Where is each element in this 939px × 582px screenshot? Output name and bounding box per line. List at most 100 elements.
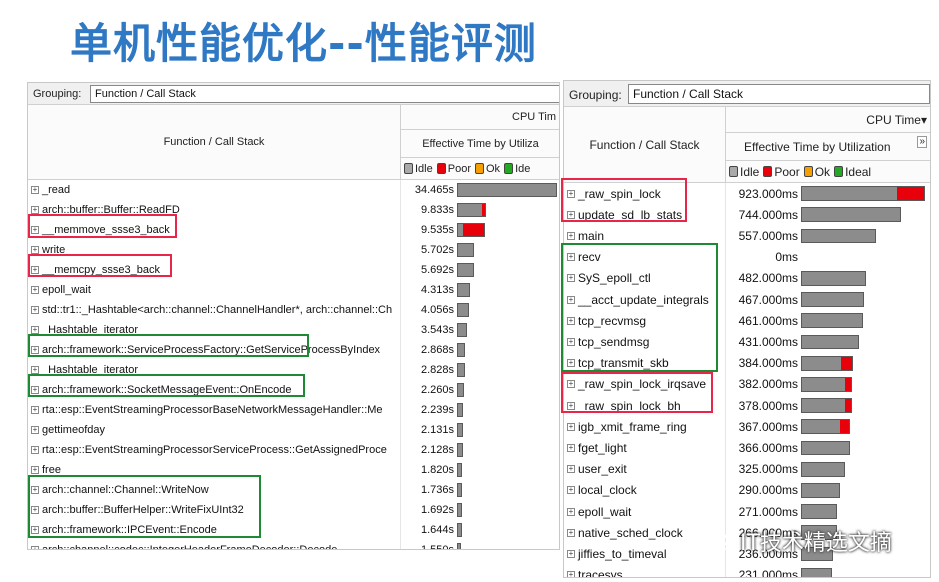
table-row[interactable]: + arch::channel::Channel::WriteNow 1.736s xyxy=(28,480,559,500)
expand-icon[interactable]: + xyxy=(567,443,575,452)
utilization-bar xyxy=(801,355,853,371)
effective-time-column-header[interactable]: Effective Time by Utiliza xyxy=(401,130,559,158)
utilization-bar-cell xyxy=(457,440,464,460)
table-row[interactable]: + __memcpy_ssse3_back 5.692s xyxy=(28,260,559,280)
table-row[interactable]: + user_exit 325.000ms xyxy=(564,458,930,480)
table-row[interactable]: + arch::buffer::BufferHelper::WriteFixUIn… xyxy=(28,500,559,520)
expand-icon[interactable]: + xyxy=(31,386,39,394)
expand-icon[interactable]: + xyxy=(31,206,39,214)
table-row[interactable]: + rta::esp::EventStreamingProcessorServic… xyxy=(28,440,559,460)
effective-time-column-header[interactable]: Effective Time by Utilization » xyxy=(726,133,930,161)
table-row[interactable]: + tcp_transmit_skb 384.000ms xyxy=(564,352,930,374)
function-column-header[interactable]: Function / Call Stack xyxy=(564,107,726,183)
table-row[interactable]: + epoll_wait 271.000ms xyxy=(564,501,930,523)
table-row[interactable]: + rta::esp::EventStreamingProcessorBaseNe… xyxy=(28,400,559,420)
table-row[interactable]: + igb_xmit_frame_ring 367.000ms xyxy=(564,416,930,438)
table-row[interactable]: + SyS_epoll_ctl 482.000ms xyxy=(564,267,930,289)
table-row[interactable]: + arch::framework::IPCEvent::Encode 1.644s xyxy=(28,520,559,540)
legend-item[interactable]: Ide xyxy=(504,163,530,175)
expand-icon[interactable]: + xyxy=(31,506,39,514)
grouping-select[interactable]: Function / Call Stack xyxy=(628,84,930,104)
expand-icon[interactable]: + xyxy=(31,306,39,314)
expand-icon[interactable]: + xyxy=(567,316,575,325)
legend-item[interactable]: Poor xyxy=(763,165,800,179)
table-row[interactable]: + tracesys 231.000ms xyxy=(564,564,930,577)
expand-icon[interactable]: + xyxy=(567,528,575,537)
expand-icon[interactable]: + xyxy=(567,210,575,219)
expand-icon[interactable]: + xyxy=(567,571,575,577)
expand-icon[interactable]: + xyxy=(567,359,575,368)
table-row[interactable]: + arch::channel::codec::IntegerHeaderFram… xyxy=(28,540,559,549)
table-row[interactable]: + gettimeofday 2.131s xyxy=(28,420,559,440)
expand-icon[interactable]: + xyxy=(31,246,39,254)
utilization-bar xyxy=(457,523,462,537)
table-row[interactable]: + _Hashtable_iterator 2.828s xyxy=(28,360,559,380)
table-row[interactable]: + epoll_wait 4.313s xyxy=(28,280,559,300)
expand-icon[interactable]: + xyxy=(31,186,39,194)
cpu-time-value: 325.000ms xyxy=(738,462,798,477)
utilization-bar-cell xyxy=(801,565,833,577)
legend-item[interactable]: Ok xyxy=(803,165,830,179)
table-row[interactable]: + arch::framework::ServiceProcessFactory:… xyxy=(28,340,559,360)
expand-icon[interactable]: + xyxy=(567,422,575,431)
table-row[interactable]: + arch::framework::SocketMessageEvent::On… xyxy=(28,380,559,400)
expand-icon[interactable]: + xyxy=(567,380,575,389)
expand-icon[interactable]: + xyxy=(31,326,39,334)
expand-icon[interactable]: + xyxy=(567,401,575,410)
table-row[interactable]: + _read 34.465s xyxy=(28,180,559,200)
function-cell: + arch::buffer::Buffer::ReadFD xyxy=(28,200,401,220)
table-row[interactable]: + update_sd_lb_stats 744.000ms xyxy=(564,204,930,226)
expand-icon[interactable]: + xyxy=(31,446,39,454)
table-row[interactable]: + _Hashtable_iterator 3.543s xyxy=(28,320,559,340)
legend-item[interactable]: Idle xyxy=(404,163,433,175)
expand-icon[interactable]: + xyxy=(31,266,39,274)
expand-columns-icon[interactable]: » xyxy=(917,136,927,148)
expand-icon[interactable]: + xyxy=(567,189,575,198)
expand-icon[interactable]: + xyxy=(567,274,575,283)
expand-icon[interactable]: + xyxy=(31,526,39,534)
table-row[interactable]: + _raw_spin_lock 923.000ms xyxy=(564,183,930,205)
table-row[interactable]: + write 5.702s xyxy=(28,240,559,260)
expand-icon[interactable]: + xyxy=(567,486,575,495)
table-row[interactable]: + __memmove_ssse3_back 9.535s xyxy=(28,220,559,240)
table-row[interactable]: + arch::buffer::Buffer::ReadFD 9.833s xyxy=(28,200,559,220)
cpu-time-column-header[interactable]: CPU Time▾ xyxy=(726,107,930,133)
expand-icon[interactable]: + xyxy=(31,546,39,549)
expand-icon[interactable]: + xyxy=(31,286,39,294)
function-column-header[interactable]: Function / Call Stack xyxy=(28,105,401,180)
grouping-select[interactable]: Function / Call Stack xyxy=(90,85,559,103)
expand-icon[interactable]: + xyxy=(31,426,39,434)
table-row[interactable]: + tcp_recvmsg 461.000ms xyxy=(564,310,930,332)
legend-item[interactable]: Ideal xyxy=(834,165,871,179)
expand-icon[interactable]: + xyxy=(567,507,575,516)
table-row[interactable]: + free 1.820s xyxy=(28,460,559,480)
expand-icon[interactable]: + xyxy=(567,465,575,474)
expand-icon[interactable]: + xyxy=(31,406,39,414)
legend-item[interactable]: Poor xyxy=(436,163,471,175)
expand-icon[interactable]: + xyxy=(31,486,39,494)
table-row[interactable]: + __acct_update_integrals 467.000ms xyxy=(564,289,930,311)
legend-item[interactable]: Ok xyxy=(475,163,500,175)
expand-icon[interactable]: + xyxy=(31,366,39,374)
legend-item[interactable]: Idle xyxy=(729,165,759,179)
table-row[interactable]: + fget_light 366.000ms xyxy=(564,437,930,459)
table-row[interactable]: + recv 0ms xyxy=(564,246,930,268)
utilization-bar xyxy=(801,440,851,456)
expand-icon[interactable]: + xyxy=(567,337,575,346)
table-row[interactable]: + _raw_spin_lock_irqsave 382.000ms xyxy=(564,373,930,395)
function-cell: + epoll_wait xyxy=(28,280,401,300)
expand-icon[interactable]: + xyxy=(567,253,575,262)
table-row[interactable]: + std::tr1::_Hashtable<arch::channel::Cha… xyxy=(28,300,559,320)
expand-icon[interactable]: + xyxy=(567,549,575,558)
expand-icon[interactable]: + xyxy=(31,466,39,474)
cpu-time-column-header[interactable]: CPU Tim xyxy=(401,105,559,130)
table-row[interactable]: + _raw_spin_lock_bh 378.000ms xyxy=(564,395,930,417)
expand-icon[interactable]: + xyxy=(31,346,39,354)
table-row[interactable]: + tcp_sendmsg 431.000ms xyxy=(564,331,930,353)
expand-icon[interactable]: + xyxy=(567,295,575,304)
expand-icon[interactable]: + xyxy=(31,226,39,234)
table-row[interactable]: + local_clock 290.000ms xyxy=(564,479,930,501)
function-name: epoll_wait xyxy=(578,504,632,519)
table-row[interactable]: + main 557.000ms xyxy=(564,225,930,247)
expand-icon[interactable]: + xyxy=(567,231,575,240)
